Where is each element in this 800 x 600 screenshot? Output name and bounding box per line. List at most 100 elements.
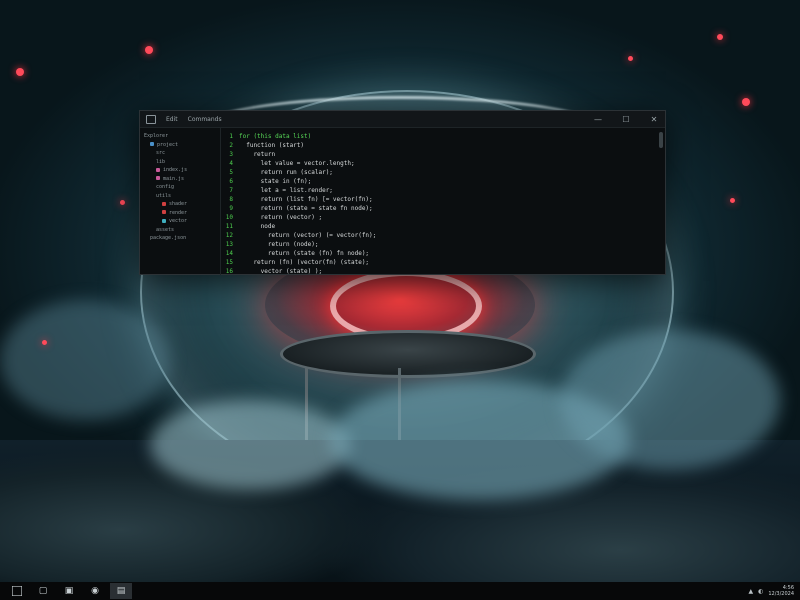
code-text: return — [239, 151, 276, 158]
line-number: 1 — [229, 133, 233, 140]
code-line[interactable]: 1 for (this data list) — [221, 132, 665, 141]
file-icon — [162, 201, 166, 206]
code-line[interactable]: 10 return (vector) ; — [221, 213, 665, 222]
code-line[interactable]: 9 return (state = state fn node); — [221, 204, 665, 213]
code-line[interactable]: 2 function (start) — [221, 141, 665, 150]
explorer-item-label: src — [156, 150, 166, 156]
network-icon[interactable]: ▲ — [748, 588, 753, 595]
explorer-item-label: project — [157, 141, 179, 148]
code-text: return run (scalar); — [239, 169, 333, 176]
explorer-item[interactable]: package.json — [140, 234, 220, 243]
taskbar-button[interactable]: ◉ — [84, 583, 106, 599]
code-text: state in (fn); — [239, 178, 312, 185]
code-line[interactable]: 7 let a = list.render; — [221, 186, 665, 195]
line-number: 2 — [229, 142, 233, 149]
code-text: let value = vector.length; — [239, 160, 355, 167]
code-text: function (start) — [239, 142, 305, 149]
explorer-item-label: render — [169, 209, 188, 216]
start-button[interactable] — [6, 583, 28, 599]
menu-edit[interactable]: Edit — [166, 116, 178, 123]
minimize-button[interactable]: — — [593, 115, 603, 124]
code-line[interactable]: 15 return (fn) (vector(fn) (state); — [221, 258, 665, 267]
code-line[interactable]: 13 return (node); — [221, 240, 665, 249]
explorer-item[interactable]: config — [140, 183, 220, 192]
wallpaper-pedestal — [280, 330, 536, 378]
explorer-item[interactable]: main.js — [140, 175, 220, 184]
wallpaper-spark — [16, 68, 24, 76]
code-text: return (list fn) [= vector(fn); — [239, 196, 373, 203]
code-editor-window[interactable]: Edit Commands — ☐ ✕ Explorer project src li… — [139, 110, 666, 275]
menu-commands[interactable]: Commands — [188, 116, 222, 123]
code-line[interactable]: 4 let value = vector.length; — [221, 159, 665, 168]
code-line[interactable]: 16 vector (state) ); — [221, 267, 665, 275]
explorer-item[interactable]: src — [140, 149, 220, 158]
vertical-scrollbar[interactable] — [659, 132, 663, 148]
folder-icon: ▣ — [64, 586, 74, 596]
title-bar[interactable]: Edit Commands — ☐ ✕ — [140, 111, 665, 128]
explorer-item[interactable]: utils — [140, 192, 220, 201]
wallpaper-spark — [145, 46, 153, 54]
explorer-item[interactable]: assets — [140, 226, 220, 235]
explorer-item[interactable]: lib — [140, 158, 220, 167]
line-number: 8 — [229, 196, 233, 203]
wallpaper-cloud — [150, 400, 350, 490]
explorer-item[interactable]: project — [140, 141, 220, 150]
editor-icon: ▤ — [116, 586, 126, 596]
line-number: 3 — [229, 151, 233, 158]
window-icon: ▢ — [38, 586, 48, 596]
explorer-item[interactable]: vector — [140, 217, 220, 226]
explorer-item[interactable]: index.js — [140, 166, 220, 175]
explorer-item-label: Explorer — [144, 133, 169, 139]
code-line[interactable]: 12 return (vector) (= vector(fn); — [221, 231, 665, 240]
code-line[interactable]: 11 node — [221, 222, 665, 231]
code-text: return (state (fn) fn node); — [239, 250, 370, 257]
code-text: for (this data list) — [239, 133, 312, 140]
code-text: return (vector) (= vector(fn); — [239, 232, 377, 239]
taskbar-button[interactable]: ▣ — [58, 583, 80, 599]
volume-icon[interactable]: ◐ — [758, 588, 763, 595]
code-line[interactable]: 14 return (state (fn) fn node); — [221, 249, 665, 258]
explorer-item-label: lib — [156, 158, 166, 165]
line-number: 6 — [229, 178, 233, 185]
code-line[interactable]: 3 return — [221, 150, 665, 159]
line-number: 12 — [225, 232, 233, 239]
line-number: 11 — [225, 223, 233, 230]
wallpaper-spark — [120, 200, 125, 205]
explorer-item-label: config — [156, 184, 175, 190]
explorer-item[interactable]: Explorer — [140, 132, 220, 141]
explorer-item-label: main.js — [163, 175, 185, 182]
line-number: 10 — [225, 214, 233, 221]
explorer-item[interactable]: render — [140, 209, 220, 218]
wallpaper-spark — [628, 56, 633, 61]
window-controls: — ☐ ✕ — [593, 115, 659, 124]
code-line[interactable]: 5 return run (scalar); — [221, 168, 665, 177]
taskbar-button[interactable]: ▤ — [110, 583, 132, 599]
explorer-item-label: index.js — [163, 167, 188, 173]
line-number: 16 — [225, 268, 233, 275]
code-text: return (vector) ; — [239, 214, 323, 221]
clock[interactable]: 4:56 12/3/2024 — [768, 585, 794, 597]
code-line[interactable]: 6 state in (fn); — [221, 177, 665, 186]
file-icon — [162, 210, 166, 214]
explorer-item[interactable]: shader — [140, 200, 220, 209]
line-number: 5 — [229, 169, 233, 176]
line-number: 4 — [229, 160, 233, 167]
browser-icon: ◉ — [91, 586, 99, 596]
wallpaper-spark — [730, 198, 735, 203]
explorer-item-label: shader — [169, 201, 188, 207]
wallpaper-spark — [42, 340, 47, 345]
taskbar-button[interactable]: ▢ — [32, 583, 54, 599]
line-number: 15 — [225, 259, 233, 266]
taskbar-apps: ▢ ▣ ◉ ▤ — [32, 583, 132, 599]
close-button[interactable]: ✕ — [649, 115, 659, 124]
code-line[interactable]: 8 return (list fn) [= vector(fn); — [221, 195, 665, 204]
file-icon — [156, 167, 160, 172]
maximize-button[interactable]: ☐ — [621, 115, 631, 124]
code-text: node — [239, 223, 276, 230]
code-area[interactable]: 1 for (this data list) 2 function (start) 3… — [221, 128, 665, 275]
start-icon — [12, 586, 22, 596]
wallpaper-cloud — [560, 330, 780, 470]
file-icon — [156, 176, 160, 180]
wallpaper-cloud — [0, 300, 170, 420]
line-number: 14 — [225, 250, 233, 257]
